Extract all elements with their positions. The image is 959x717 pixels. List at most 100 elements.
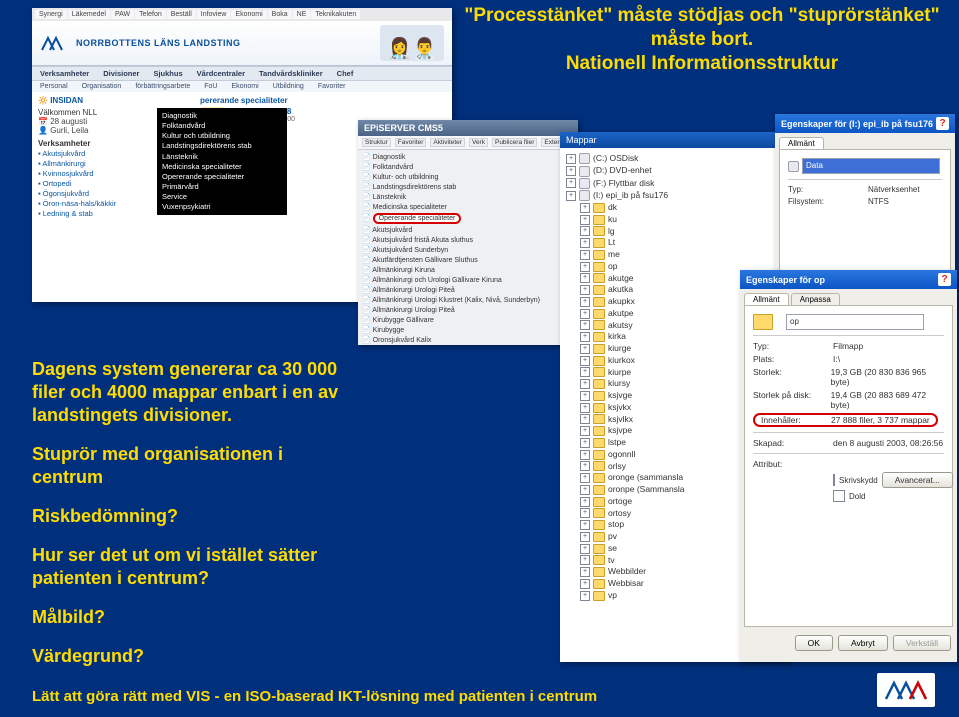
episerver-tree-item: 📄 Kultur- och utbildning [362,172,574,182]
cancel-button[interactable]: Avbryt [838,635,888,651]
para-5: Målbild? [32,606,347,629]
prop2-inneh-value: 27 888 filer, 3 737 mappar [831,415,930,425]
episerver-tool: Struktur [362,138,391,147]
intranet-submenu-item: FoU [204,83,217,90]
slide-title: "Processtänket" måste stödjas och "stupr… [447,4,957,75]
intranet-brand: NORRBOTTENS LÄNS LANDSTING [76,38,241,48]
prop2-disk-value: 19,4 GB (20 883 689 472 byte) [831,390,944,410]
prop2-plats-value: I:\ [833,354,840,364]
intranet-date: 28 augusti [50,117,87,126]
slide-footer: Lätt att göra rätt med VIS - en ISO-base… [32,688,597,705]
explorer-drive: +(C:) OSDisk [566,153,784,164]
drive-icon [788,161,799,172]
body-text: Dagens system genererar ca 30 000 filer … [32,358,347,684]
prop2-title: Egenskaper för op [746,275,825,285]
explorer-drive: +(D:) DVD-enhet [566,165,784,176]
intranet-popup-item: Folktandvård [162,121,282,131]
intranet-welcome: Välkommen NLL [38,108,97,117]
prop2-type-value: Filmapp [833,341,863,351]
intranet-tab: Telefon [135,10,166,19]
intranet-popup-item: Service [162,192,282,202]
prop1-type-value: Nätverksenhet [868,185,920,194]
episerver-tool: Publicera filer [492,138,537,147]
intranet-tab: Läkemedel [68,10,110,19]
episerver-tree-item: 📄 Akutsjukvård [362,225,574,235]
intranet-popup-menu: DiagnostikFolktandvårdKultur och utbildn… [157,108,287,215]
intranet-popup-item: Primärvård [162,182,282,192]
intranet-tab: Infoview [197,10,231,19]
intranet-menu: VerksamheterDivisionerSjukhusVårdcentral… [32,66,452,81]
intranet-insidan: INSIDAN [50,96,83,105]
help-icon: ? [936,117,949,130]
intranet-menu-item: Divisioner [103,69,139,78]
prop2-storlek-value: 19,3 GB (20 830 836 965 byte) [831,367,944,387]
intranet-submenu-item: Favoriter [318,83,346,90]
intranet-popup-item: Länsteknik [162,152,282,162]
episerver-tree-item: 📄 Akutsjukvård fristå Akuta sluthus [362,235,574,245]
intranet-tab: Boka [268,10,292,19]
intranet-popup-item: Opererande specialiteter [162,172,282,182]
prop1-type-label: Typ: [788,185,868,194]
prop2-attr-label: Attribut: [753,459,833,469]
intranet-banner: NORRBOTTENS LÄNS LANDSTING 👩‍⚕️👨‍⚕️ [32,21,452,66]
episerver-title: EPiSERVER CMS5 [358,120,578,136]
para-1: Dagens system genererar ca 30 000 filer … [32,358,347,427]
ok-button[interactable]: OK [795,635,833,651]
episerver-tree-item: 📄 Folktandvård [362,162,574,172]
intranet-menu-item: Tandvårdskliniker [259,69,323,78]
para-2: Stuprör med organisationen i centrum [32,443,347,489]
explorer-folder: +Lt [580,237,784,248]
episerver-tree-item: 📄 Allmänkirurgi Urologi Piteå [362,285,574,295]
advanced-button[interactable]: Avancerat... [882,472,953,488]
episerver-tree-item: 📄 Oronsjukvård Kalix [362,335,574,345]
prop1-fs-label: Filsystem: [788,197,868,206]
explorer-drive: +(I:) epi_ib på fsu176 [566,190,784,201]
intranet-submenu-item: Personal [40,83,68,90]
explorer-folder: +ku [580,214,784,225]
intranet-popup-item: Medicinska specialiteter [162,162,282,172]
episerver-tree-item: 📄 Kirubygge Gällivare [362,315,574,325]
checkbox-skrivskydd[interactable] [833,474,835,486]
checkbox-dold[interactable] [833,490,845,502]
apply-button[interactable]: Verkställ [893,635,951,651]
prop2-inneh-label: Innehåller: [761,415,831,425]
prop2-tab-anpassa: Anpassa [791,293,840,305]
episerver-tree-item: 📄 Allmänkirurgi Kiruna [362,265,574,275]
episerver-tree-item: 📄 Diagnostik [362,152,574,162]
mid-heading: pererande specialiteter [200,96,446,105]
title-line1: "Processtänket" måste stödjas och "stupr… [447,4,957,52]
episerver-tree-item: 📄 Opererande specialiteter [362,212,574,225]
episerver-tool: Aktiviteter [430,138,465,147]
nll-logo [877,673,935,707]
prop1-tab-allmant: Allmänt [779,137,824,149]
intranet-popup-item: Diagnostik [162,111,282,121]
episerver-tool: Favoriter [395,138,427,147]
intranet-menu-item: Sjukhus [153,69,182,78]
intranet-popup-item: Landstingsdirektörens stab [162,141,282,151]
prop2-storlek-label: Storlek: [753,367,831,387]
episerver-tree-item: 📄 Kirubygge [362,325,574,335]
title-line2: Nationell Informationsstruktur [447,52,957,76]
screenshot-episerver: EPiSERVER CMS5 Struktur FavoriterAktivite… [358,120,578,345]
prop1-fs-value: NTFS [868,197,889,206]
intranet-menu-item: Verksamheter [40,69,89,78]
episerver-tree-item: 📄 Allmänkirurgi Urologi Klustret (Kalix,… [362,295,574,305]
intranet-popup-item: Vuxenpsykiatri [162,202,282,212]
episerver-tree-item: 📄 Allmänkirurgi Urologi Piteå [362,305,574,315]
help-icon: ? [938,273,951,286]
prop2-type-label: Typ: [753,341,833,351]
episerver-tool: Verk [469,138,488,147]
episerver-toolbar: Struktur FavoriterAktiviteter Verk Publicer… [358,136,578,150]
episerver-tree-item: 📄 Medicinska specialiteter [362,202,574,212]
prop1-name-field: Data [802,158,940,174]
intranet-submenu-item: förbättringsarbete [135,83,190,90]
intranet-submenu-item: Organisation [82,83,122,90]
intranet-submenu-item: Ekonomi [231,83,258,90]
para-6: Värdegrund? [32,645,347,668]
prop2-skapad-label: Skapad: [753,438,833,448]
explorer-folder: +lg [580,226,784,237]
explorer-drive: +(F:) Flyttbar disk [566,178,784,189]
screenshot-properties-folder: Egenskaper för op? Allmänt Anpassa op Ty… [740,270,957,662]
explorer-folder: +dk [580,202,784,213]
prop2-chk1-label: Skrivskydd [839,476,878,485]
